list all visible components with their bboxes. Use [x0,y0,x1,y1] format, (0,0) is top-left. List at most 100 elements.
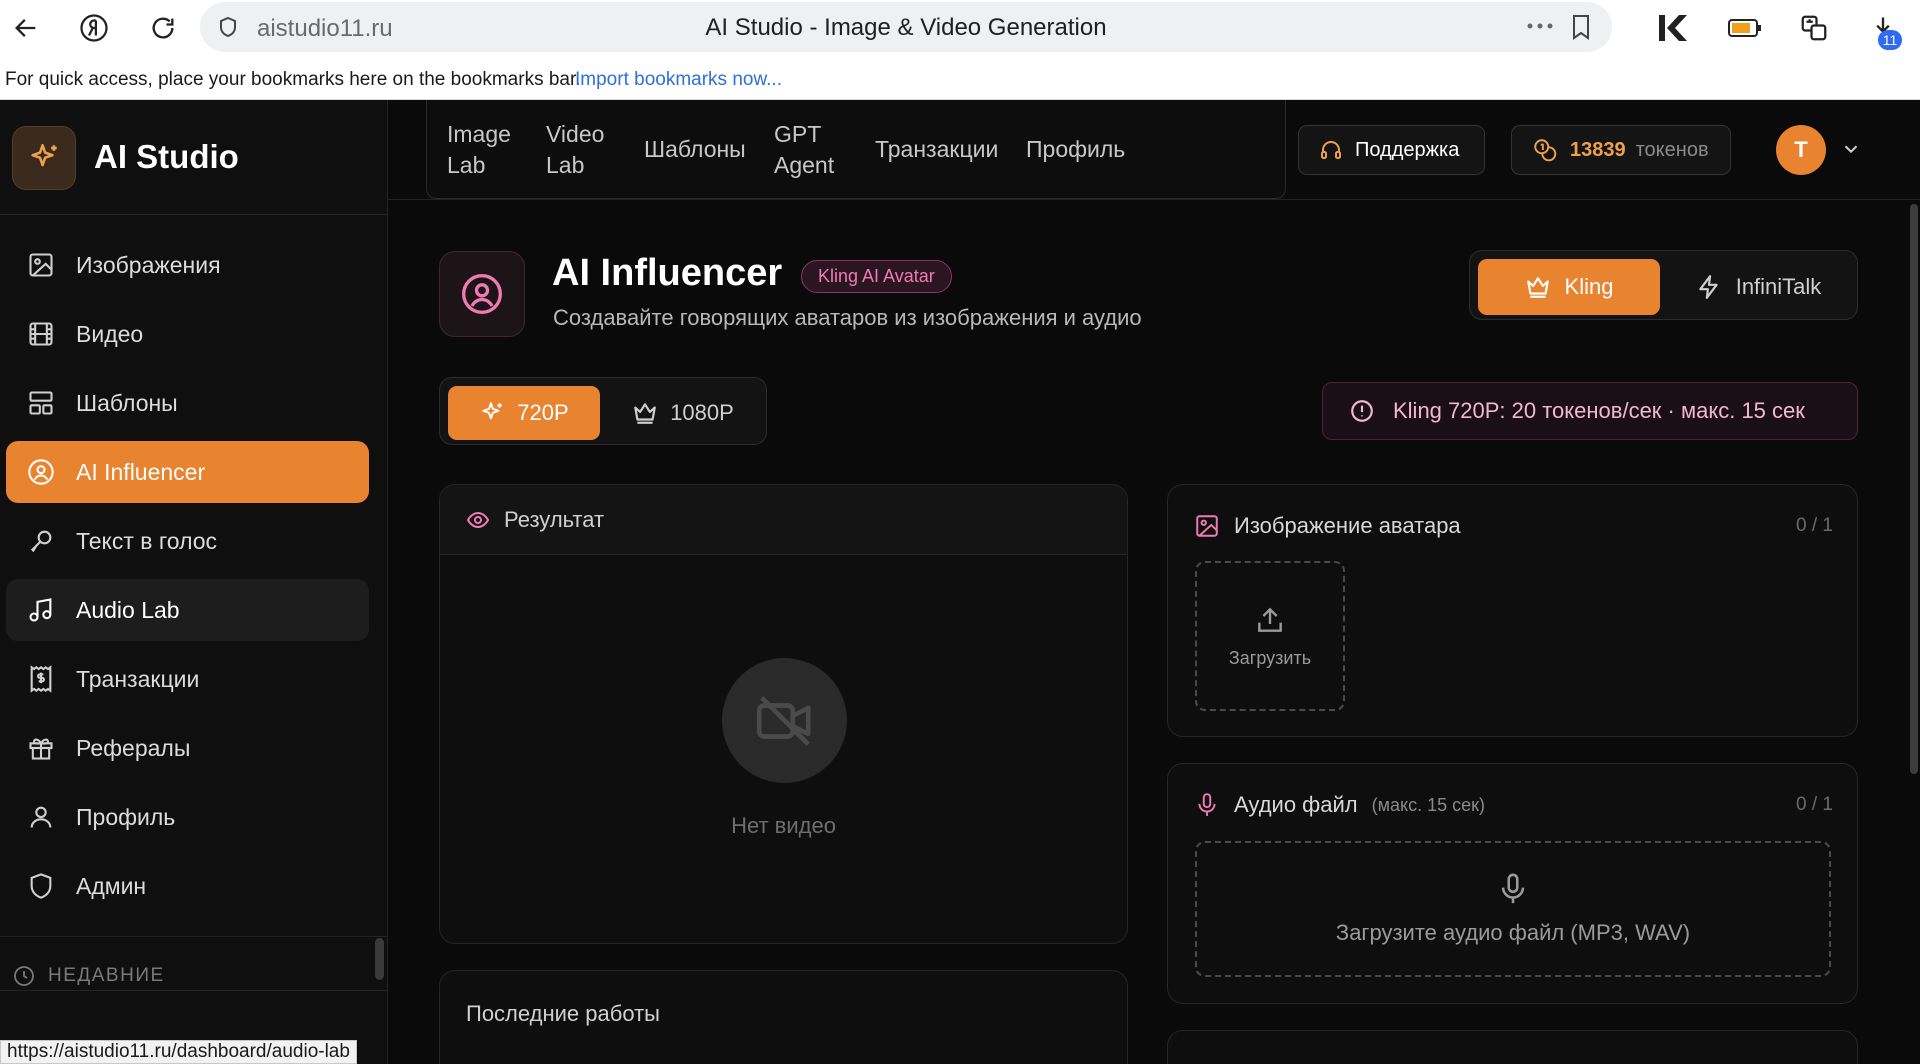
resolution-720p-label: 720P [517,400,569,425]
reload-button[interactable] [143,8,183,48]
sidebar-item-label: Изображения [76,251,221,278]
yandex-logo-icon [80,14,108,42]
coins-icon [1532,137,1558,163]
translate-extension-icon[interactable] [1795,9,1833,47]
recent-works-title: Последние работы [466,1001,660,1026]
sidebar-item-images[interactable]: Изображения [6,234,369,296]
page-heading: AI Influencer [552,252,783,294]
empty-state-text: Нет видео [731,813,836,838]
image-icon [26,250,56,280]
main-scrollbar[interactable] [1910,204,1918,774]
brand-name: AI Studio [94,138,239,175]
gift-icon [26,733,56,763]
chevron-down-icon[interactable] [1840,138,1862,160]
sidebar-item-transactions[interactable]: Транзакции [6,648,369,710]
bookmark-icon[interactable] [1569,14,1593,40]
music-icon [26,595,56,625]
kaspersky-extension-icon[interactable] [1655,9,1693,47]
audio-file-counter: 0 / 1 [1796,794,1833,815]
sidebar-scrollbar[interactable] [375,938,384,980]
top-navigation: Image Lab Video Lab Шаблоны GPT Agent Тр… [426,100,1286,199]
sidebar: AI Studio Изображения Видео Шаблоны AI I… [0,100,388,1064]
mic-pen-icon [26,526,56,556]
page-title-text: AI Studio - Image & Video Generation [705,14,1107,41]
result-title: Результат [504,506,605,532]
nav-profile[interactable]: Профиль [1026,100,1125,199]
resolution-switch: 720P 1080P [439,377,767,445]
lightning-icon [1696,274,1722,300]
resolution-720p-button[interactable]: 720P [448,386,600,440]
sidebar-item-admin[interactable]: Админ [6,855,369,917]
recent-heading-label: НЕДАВНИЕ [48,965,165,986]
sidebar-item-label: Админ [76,872,147,899]
avatar-upload-label: Загрузить [1228,647,1312,668]
nav-image-lab[interactable]: Image Lab [447,100,517,199]
site-shield-icon[interactable] [216,15,240,39]
sidebar-item-label: Audio Lab [76,596,180,623]
status-bar-url: https://aistudio11.ru/dashboard/audio-la… [0,1040,357,1064]
avatar-upload-button[interactable]: Загрузить [1195,561,1345,711]
tokens-count: 13839 [1570,138,1626,161]
result-panel: Результат Нет видео [439,484,1128,944]
sidebar-item-profile[interactable]: Профиль [6,786,369,848]
model-kling-button[interactable]: Kling [1478,259,1660,315]
battery-icon[interactable] [1726,9,1764,47]
layout-icon [26,388,56,418]
audio-file-title: Аудио файл [1234,792,1358,817]
sidebar-item-video[interactable]: Видео [6,303,369,365]
sidebar-item-ai-influencer[interactable]: AI Influencer [6,441,369,503]
resolution-1080p-label: 1080P [670,400,734,425]
headphones-icon [1319,138,1343,162]
price-info-text: Kling 720P: 20 токенов/сек · макс. 15 се… [1393,398,1805,423]
upload-icon [1254,604,1286,636]
import-bookmarks-link[interactable]: Import bookmarks now... [575,69,782,91]
sidebar-item-referrals[interactable]: Рефералы [6,717,369,779]
reload-icon [152,17,174,39]
url-text[interactable]: aistudio11.ru [257,15,393,43]
nav-transactions[interactable]: Транзакции [875,100,998,199]
tokens-balance-button[interactable]: 13839 токенов [1511,125,1731,175]
sidebar-item-label: Транзакции [76,665,200,692]
top-header: Image Lab Video Lab Шаблоны GPT Agent Тр… [388,100,1920,200]
sidebar-item-audio-lab[interactable]: Audio Lab [6,579,369,641]
recent-works-panel: Последние работы [439,970,1128,1064]
film-icon [26,319,56,349]
sparkles-logo-icon [12,126,76,190]
page-subtitle: Создавайте говорящих аватаров из изображ… [553,305,1142,330]
microphone-icon [1194,792,1220,818]
audio-file-hint: (макс. 15 сек) [1371,794,1486,815]
back-button[interactable] [6,8,46,48]
avatar-image-title: Изображение аватара [1234,513,1461,538]
settings-panel [1167,1030,1858,1064]
audio-drop-text: Загрузите аудио файл (MP3, WAV) [1335,920,1691,945]
user-circle-icon [439,251,525,337]
crown-icon [1525,274,1551,300]
sidebar-item-text-to-speech[interactable]: Текст в голос [6,510,369,572]
video-off-icon [722,658,847,783]
main-content: AI Influencer Kling AI Avatar Создавайте… [388,200,1920,1064]
tokens-unit: токенов [1635,138,1709,161]
price-info-note: Kling 720P: 20 токенов/сек · макс. 15 се… [1322,382,1858,440]
avatar-image-panel: Изображение аватара 0 / 1 Загрузить [1167,484,1858,737]
avatar-image-counter: 0 / 1 [1796,515,1833,536]
address-bar[interactable]: aistudio11.ru AI Studio - Image & Video … [200,2,1612,52]
sidebar-item-label: Рефералы [76,734,191,761]
support-button[interactable]: Поддержка [1298,125,1485,175]
bookmarks-hint: For quick access, place your bookmarks h… [5,69,581,90]
resolution-1080p-button[interactable]: 1080P [608,386,758,440]
nav-gpt-agent[interactable]: GPT Agent [774,100,844,199]
sidebar-item-templates[interactable]: Шаблоны [6,372,369,434]
microphone-icon [1496,872,1530,906]
sidebar-item-label: Текст в голос [76,527,218,554]
nav-video-lab[interactable]: Video Lab [546,100,616,199]
sparkles-icon [479,400,505,426]
nav-templates[interactable]: Шаблоны [644,100,746,199]
brand[interactable]: AI Studio [0,100,387,215]
audio-drop-zone[interactable]: Загрузите аудио файл (MP3, WAV) [1195,841,1831,977]
sidebar-item-label: AI Influencer [76,458,206,485]
more-icon[interactable] [1525,12,1555,40]
image-icon [1194,513,1220,539]
yandex-button[interactable] [74,8,114,48]
model-infinitalk-button[interactable]: InfiniTalk [1666,259,1851,315]
user-avatar[interactable]: T [1776,125,1826,175]
